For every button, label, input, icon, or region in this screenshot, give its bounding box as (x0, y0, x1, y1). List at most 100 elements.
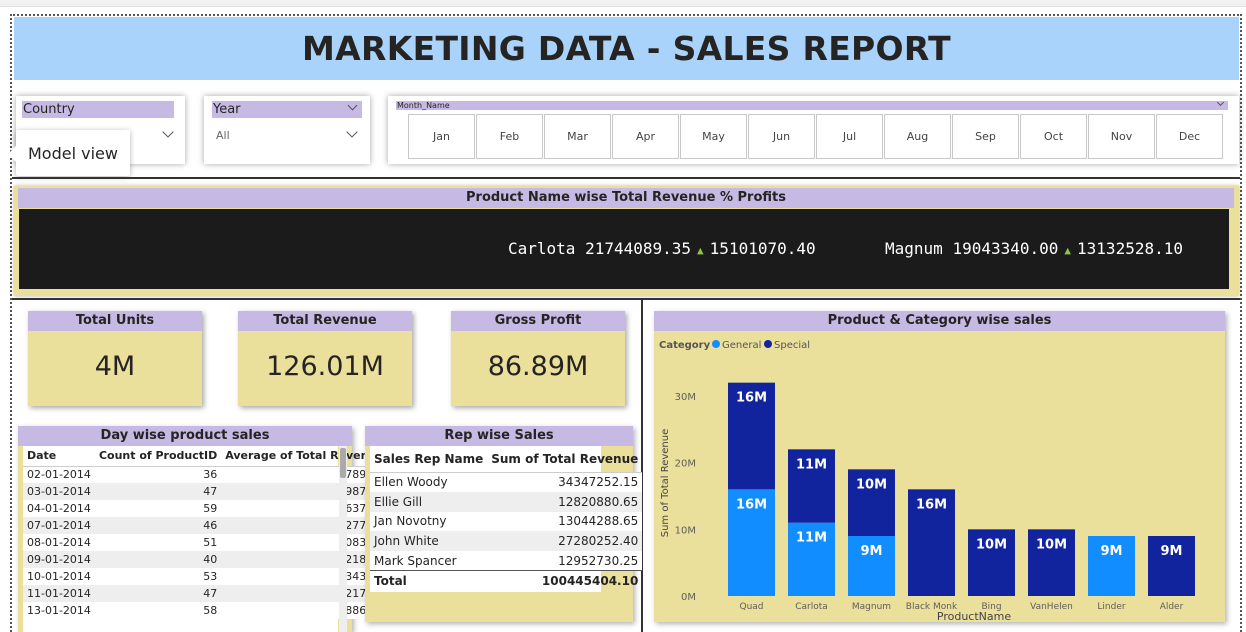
rep-wise-sales-title: Rep wise Sales (365, 426, 633, 446)
table-cell: 34347252.15 (558, 475, 639, 490)
table-row[interactable]: 10-01-2014 53 2343.57 (23, 568, 388, 585)
table-cell: 11-01-2014 (27, 587, 91, 600)
month-button[interactable]: Jul (816, 114, 883, 159)
kpi-card-total-revenue: Total Revenue 126.01M (238, 311, 412, 406)
table-cell: 46 (203, 519, 218, 532)
table-cell: 2218.79 (338, 553, 384, 566)
table-cell: Ellie Gill (374, 494, 423, 509)
column-header[interactable]: Date (23, 446, 95, 467)
table-cell: 2083.87 (338, 536, 384, 549)
table-row[interactable]: 09-01-2014 40 2218.79 (23, 551, 388, 568)
y-tick-label: 0M (681, 592, 696, 603)
table-cell: 03-01-2014 (27, 485, 91, 498)
x-tick-label: Alder (1160, 602, 1184, 612)
year-slicer-value[interactable]: All (216, 129, 230, 142)
chevron-down-icon[interactable] (162, 126, 174, 138)
data-label: 9M (861, 544, 883, 559)
table-row[interactable]: 13-01-2014 58 1886.92 (23, 602, 388, 619)
table-cell: 2217.82 (338, 587, 384, 600)
y-tick-label: 30M (675, 392, 696, 403)
x-tick-label: Quad (739, 602, 763, 612)
x-tick-label: Bing (981, 602, 1001, 612)
table-row[interactable]: Ellen Woody 34347252.15 (370, 472, 643, 492)
month-button[interactable]: May (680, 114, 747, 159)
year-slicer-label: Year (212, 101, 362, 118)
data-label: 9M (1101, 544, 1123, 559)
month-button[interactable]: Mar (544, 114, 611, 159)
column-header[interactable]: Average of Total Revenue (221, 446, 388, 467)
chevron-down-icon[interactable] (346, 126, 358, 138)
day-wise-sales-table[interactable]: Date Count of ProductID Average of Total… (23, 446, 388, 632)
stacked-bar-chart[interactable]: Category General Special 0M 10M 20M 30M Sum of … (654, 331, 1225, 622)
divider-line (12, 177, 1240, 179)
data-label: 11M (796, 531, 827, 546)
scrollbar-thumb[interactable] (340, 448, 346, 478)
vertical-scrollbar[interactable] (339, 446, 347, 632)
column-header[interactable]: Sales Rep Name (370, 446, 488, 473)
table-cell: 09-01-2014 (27, 553, 91, 566)
table-cell: 47 (203, 587, 218, 600)
table-row[interactable]: Jan Novotny 13044288.65 (370, 511, 643, 532)
table-cell: Mark Spancer (374, 553, 457, 568)
kpi-value: 126.01M (266, 351, 384, 382)
table-cell: 08-01-2014 (27, 536, 91, 549)
month-button-list: Jan Feb Mar Apr May Jun Jul Aug Sep Oct … (408, 114, 1223, 159)
top-toolbar-strip (0, 0, 1246, 7)
ticker-item-profit: 13132528.10 (1077, 239, 1183, 258)
ticker-item-name: Carlota (508, 239, 576, 258)
ticker-title: Product Name wise Total Revenue % Profit… (18, 188, 1234, 208)
data-label: 16M (736, 497, 767, 512)
month-button[interactable]: Dec (1156, 114, 1223, 159)
kpi-card-gross-profit: Gross Profit 86.89M (451, 311, 625, 406)
rep-wise-sales-panel: Rep wise Sales Sales Rep Name Sum of Tot… (365, 426, 643, 622)
ticker-item-revenue: 21744089.35 (585, 239, 692, 258)
table-cell: 59 (203, 502, 218, 515)
table-row[interactable]: 11-01-2014 47 2217.82 (23, 585, 388, 602)
model-view-tooltip: Model view (8, 130, 130, 176)
month-button[interactable]: Apr (612, 114, 679, 159)
table-row[interactable]: 03-01-2014 47 1987.53 (23, 483, 388, 500)
table-cell: 47 (203, 485, 218, 498)
y-tick-label: 10M (675, 525, 696, 536)
legend-label: Special (774, 340, 810, 351)
month-button[interactable]: Feb (476, 114, 543, 159)
ticker-item: Carlota 21744089.35 ▲ 15101070.40 (508, 239, 816, 258)
legend-marker-special (764, 340, 772, 348)
table-row[interactable]: 04-01-2014 59 2637.82 (23, 500, 388, 517)
day-wise-sales-panel: Day wise product sales Date Count of Pro… (18, 426, 388, 632)
ticker-panel: Product Name wise Total Revenue % Profit… (14, 186, 1239, 296)
table-cell: Jan Novotny (374, 514, 447, 529)
rep-wise-sales-table[interactable]: Sales Rep Name Sum of Total Revenue Elle… (370, 446, 643, 592)
table-row[interactable]: John White 27280252.40 (370, 531, 643, 552)
table-row[interactable]: 08-01-2014 51 2083.87 (23, 534, 388, 551)
month-button[interactable]: Jan (408, 114, 475, 159)
table-cell: 2637.82 (338, 502, 384, 515)
month-button[interactable]: Aug (884, 114, 951, 159)
column-header[interactable]: Count of ProductID (94, 446, 222, 467)
year-slicer[interactable]: Year All (204, 96, 370, 164)
y-axis-title: Sum of Total Revenue (660, 429, 671, 538)
table-cell: 40 (203, 553, 218, 566)
chart-title: Product & Category wise sales (654, 311, 1225, 331)
table-row[interactable]: Mark Spancer 12952730.25 (370, 551, 643, 571)
table-cell: 27280252.40 (558, 534, 639, 549)
table-cell: 1987.53 (338, 485, 384, 498)
kpi-label: Total Units (28, 311, 202, 331)
data-label: 10M (856, 477, 887, 492)
month-button[interactable]: Oct (1020, 114, 1087, 159)
month-button[interactable]: Nov (1088, 114, 1155, 159)
table-cell: John White (374, 534, 439, 549)
table-row[interactable]: 02-01-2014 36 2789.19 (23, 466, 388, 483)
x-tick-label: Linder (1097, 602, 1125, 612)
table-cell: 58 (203, 604, 218, 617)
month-button[interactable]: Jun (748, 114, 815, 159)
data-label: 10M (976, 537, 1007, 552)
x-tick-label: Carlota (795, 602, 828, 612)
table-row[interactable]: 07-01-2014 46 2277.31 (23, 517, 388, 534)
column-header[interactable]: Sum of Total Revenue (487, 446, 643, 473)
table-row[interactable]: Ellie Gill 12820880.65 (370, 491, 643, 512)
data-label: 16M (916, 497, 947, 512)
legend-marker-general (712, 340, 720, 348)
month-button[interactable]: Sep (952, 114, 1019, 159)
y-tick-label: 20M (675, 459, 696, 470)
